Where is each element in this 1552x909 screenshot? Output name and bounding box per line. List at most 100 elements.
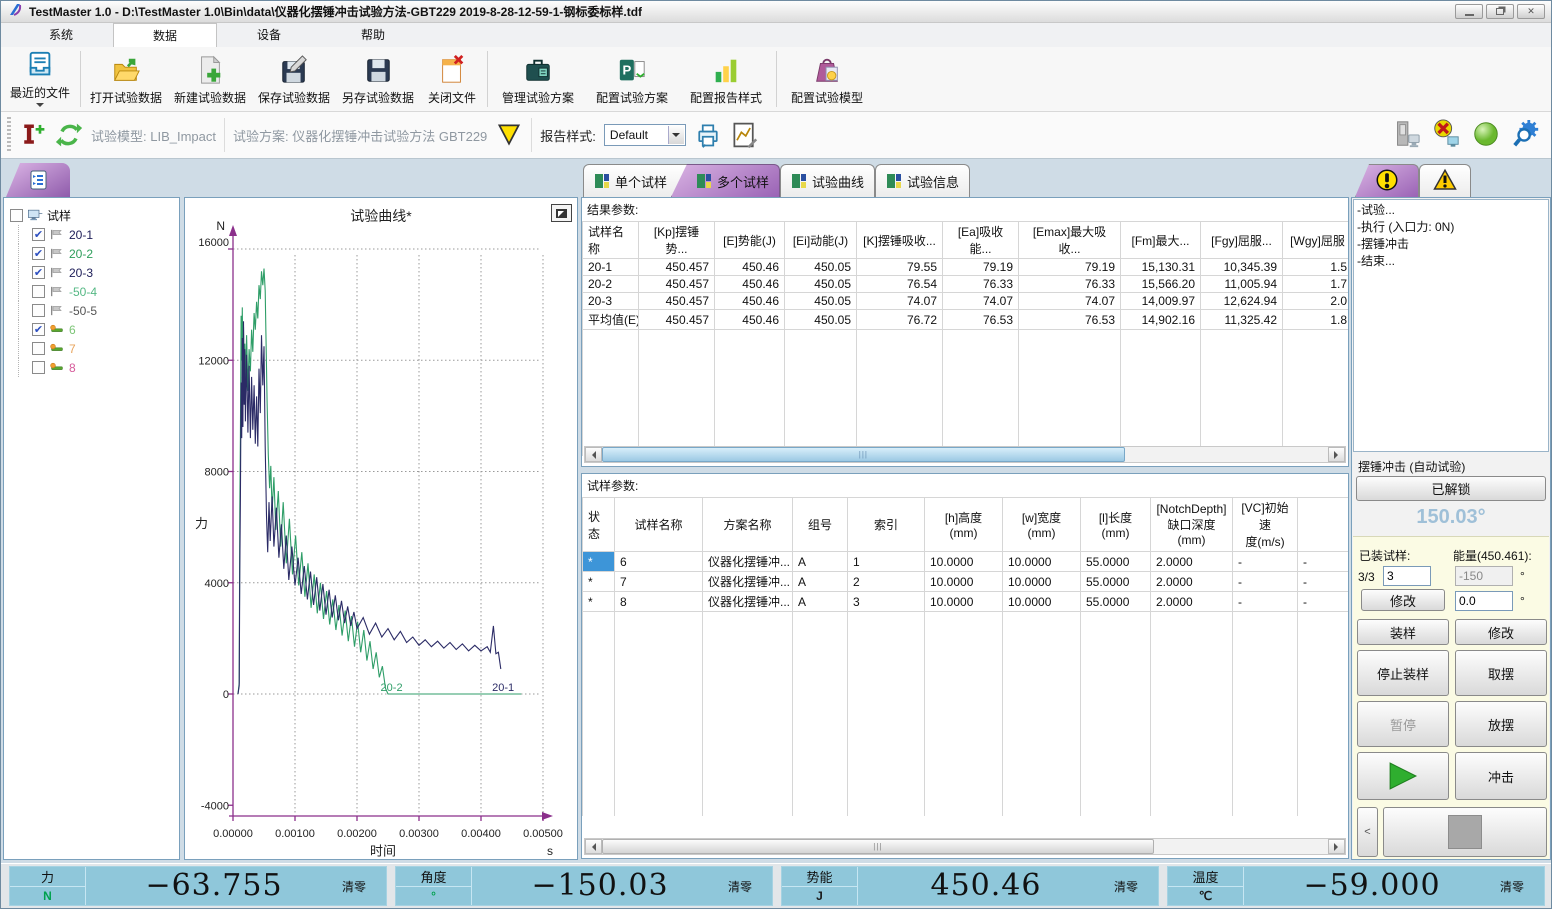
start-button[interactable] bbox=[1357, 752, 1449, 800]
stop-loading-button[interactable]: 停止装样 bbox=[1357, 650, 1449, 696]
cell[interactable]: - bbox=[1298, 552, 1350, 572]
cell[interactable]: 55.0000 bbox=[1081, 572, 1151, 592]
cell[interactable]: 3 bbox=[848, 592, 925, 612]
menu-item-1[interactable]: 数据 bbox=[113, 23, 217, 47]
cell[interactable]: * bbox=[583, 552, 615, 572]
cell[interactable]: A bbox=[793, 572, 848, 592]
tree-item-label[interactable]: 8 bbox=[69, 361, 76, 375]
cell[interactable]: 76.53 bbox=[943, 310, 1019, 330]
cell[interactable]: 2 bbox=[848, 572, 925, 592]
cell[interactable]: 1.8 bbox=[1283, 310, 1350, 330]
toolbar-recent-files-button[interactable]: 最近的文件 bbox=[3, 48, 77, 110]
checkbox[interactable] bbox=[32, 285, 45, 298]
column-header[interactable]: [K]摆锤吸收... bbox=[857, 222, 943, 259]
cell[interactable]: 14,902.16 bbox=[1121, 310, 1201, 330]
cell[interactable]: - bbox=[1233, 572, 1298, 592]
stop-button[interactable] bbox=[1383, 807, 1547, 857]
load-sample-button[interactable]: 装样 bbox=[1357, 619, 1449, 645]
menu-item-0[interactable]: 系统 bbox=[9, 23, 113, 47]
toolbar-save-as-button[interactable]: 另存试验数据 bbox=[336, 48, 420, 110]
tree-root-label[interactable]: 试样 bbox=[47, 207, 71, 224]
cell[interactable]: 450.46 bbox=[715, 276, 785, 293]
column-header[interactable]: [Emax]最大吸收... bbox=[1019, 222, 1121, 259]
tree-item-label[interactable]: -50-4 bbox=[69, 285, 97, 299]
checkbox[interactable] bbox=[32, 304, 45, 317]
tree-item-20-3[interactable]: 20-3 bbox=[4, 263, 179, 282]
chevron-down-icon[interactable] bbox=[668, 126, 684, 144]
cell[interactable]: 74.07 bbox=[1019, 293, 1121, 310]
cell[interactable]: - bbox=[1298, 592, 1350, 612]
samples-h-scrollbar[interactable]: ||| bbox=[584, 838, 1346, 855]
checkbox[interactable] bbox=[32, 361, 45, 374]
toolbar-save-data-button[interactable]: 保存试验数据 bbox=[252, 48, 336, 110]
zero-button[interactable]: 清零 bbox=[1114, 867, 1158, 905]
cell[interactable]: 76.72 bbox=[857, 310, 943, 330]
toolbar-report-style-button[interactable]: 配置报告样式 bbox=[679, 48, 773, 110]
cell[interactable]: 10.0000 bbox=[925, 572, 1003, 592]
cell[interactable]: 2.0 bbox=[1283, 293, 1350, 310]
table-row[interactable]: 20-3450.457450.46450.0574.0774.0774.0714… bbox=[583, 293, 1350, 310]
results-h-scrollbar[interactable]: ||| bbox=[584, 446, 1346, 463]
cell[interactable]: 450.457 bbox=[639, 276, 715, 293]
cell[interactable]: 14,009.97 bbox=[1121, 293, 1201, 310]
cell[interactable]: 79.19 bbox=[943, 259, 1019, 276]
cell[interactable]: 20-1 bbox=[583, 259, 639, 276]
scroll-left-icon[interactable] bbox=[585, 839, 602, 854]
column-header[interactable]: [NotchDepth] 缺口深度 (mm) bbox=[1151, 498, 1233, 552]
toolbar-close-file-button[interactable]: 关闭文件 bbox=[420, 48, 484, 110]
cell[interactable]: 450.05 bbox=[785, 293, 857, 310]
modify-button[interactable]: 修改 bbox=[1455, 619, 1547, 645]
toolbar-config-model-button[interactable]: 配置试验模型 bbox=[780, 48, 874, 110]
tab-warnings[interactable] bbox=[1419, 164, 1471, 197]
cell[interactable]: * bbox=[583, 572, 615, 592]
count-input[interactable] bbox=[1383, 566, 1431, 586]
cell[interactable]: 76.54 bbox=[857, 276, 943, 293]
cell[interactable]: A bbox=[793, 552, 848, 572]
tree-item-label[interactable]: 20-1 bbox=[69, 228, 93, 242]
table-row[interactable]: *8仪器化摆锤冲...A310.000010.000055.00002.0000… bbox=[583, 592, 1350, 612]
cell[interactable]: 74.07 bbox=[857, 293, 943, 310]
report-style-select[interactable]: Default bbox=[604, 124, 686, 146]
tree-item--50-5[interactable]: -50-5 bbox=[4, 301, 179, 320]
table-row[interactable]: *7仪器化摆锤冲...A210.000010.000055.00002.0000… bbox=[583, 572, 1350, 592]
refresh-icon[interactable] bbox=[55, 121, 83, 149]
cell[interactable]: 1.5 bbox=[1283, 259, 1350, 276]
tree-item-label[interactable]: 20-3 bbox=[69, 266, 93, 280]
column-header[interactable]: 组号 bbox=[793, 498, 848, 552]
tree-item--50-4[interactable]: -50-4 bbox=[4, 282, 179, 301]
cell[interactable]: 20-2 bbox=[583, 276, 639, 293]
plan-warning-icon[interactable] bbox=[495, 121, 523, 149]
cell[interactable]: 10.0000 bbox=[1003, 592, 1081, 612]
cell[interactable]: 10.0000 bbox=[1003, 572, 1081, 592]
cell[interactable]: 450.457 bbox=[639, 293, 715, 310]
checkbox[interactable] bbox=[10, 209, 23, 222]
cell[interactable]: 450.05 bbox=[785, 276, 857, 293]
column-header[interactable]: [l]长度(mm) bbox=[1081, 498, 1151, 552]
tree-item-label[interactable]: -50-5 bbox=[69, 304, 97, 318]
column-header[interactable]: [Fgy]屈服... bbox=[1201, 222, 1283, 259]
cell[interactable]: 10.0000 bbox=[925, 592, 1003, 612]
cell[interactable]: 450.457 bbox=[639, 310, 715, 330]
cell[interactable]: 55.0000 bbox=[1081, 552, 1151, 572]
cell[interactable]: 7 bbox=[615, 572, 703, 592]
checkbox[interactable] bbox=[32, 247, 45, 260]
cell[interactable]: 1 bbox=[848, 552, 925, 572]
cell[interactable]: 11,005.94 bbox=[1201, 276, 1283, 293]
speed-input[interactable] bbox=[1455, 591, 1513, 611]
cell[interactable]: 2.0000 bbox=[1151, 552, 1233, 572]
cell[interactable]: 55.0000 bbox=[1081, 592, 1151, 612]
cell[interactable]: 15,130.31 bbox=[1121, 259, 1201, 276]
cell[interactable]: 76.53 bbox=[1019, 310, 1121, 330]
cell[interactable]: 20-3 bbox=[583, 293, 639, 310]
cell[interactable]: 450.457 bbox=[639, 259, 715, 276]
print-icon[interactable] bbox=[694, 121, 722, 149]
tab-test-log[interactable] bbox=[1355, 164, 1419, 197]
report-edit-icon[interactable] bbox=[730, 121, 758, 149]
table-row[interactable]: 平均值(E)450.457450.46450.0576.7276.5376.53… bbox=[583, 310, 1350, 330]
column-header[interactable]: [Ea]吸收能... bbox=[943, 222, 1019, 259]
cell[interactable]: 10,345.39 bbox=[1201, 259, 1283, 276]
column-header[interactable]: [Kp]摆锤势... bbox=[639, 222, 715, 259]
cell[interactable]: 15,566.20 bbox=[1121, 276, 1201, 293]
table-row[interactable]: *6仪器化摆锤冲...A110.000010.000055.00002.0000… bbox=[583, 552, 1350, 572]
table-row[interactable]: 20-1450.457450.46450.0579.5579.1979.1915… bbox=[583, 259, 1350, 276]
